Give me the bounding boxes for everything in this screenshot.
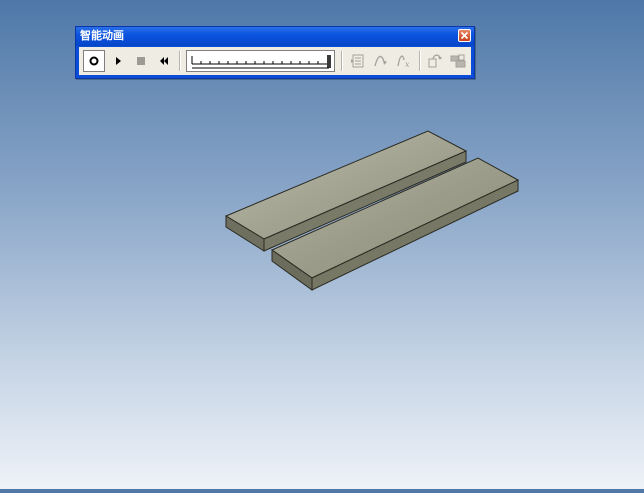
animation-toolbar-window[interactable]: 智能动画 x	[75, 26, 475, 79]
rewind-button[interactable]	[153, 50, 175, 72]
close-button[interactable]	[458, 29, 471, 42]
rewind-icon	[160, 57, 168, 65]
window-titlebar[interactable]: 智能动画	[76, 27, 474, 46]
path-curve-button[interactable]	[370, 50, 392, 72]
path-function-button[interactable]: x	[393, 50, 415, 72]
keyframe-icon	[351, 54, 364, 68]
properties-icon	[450, 54, 466, 68]
animation-settings-button[interactable]	[424, 50, 446, 72]
toolbar-separator	[179, 51, 181, 71]
record-button[interactable]	[83, 50, 105, 72]
timeline-thumb	[327, 55, 331, 68]
record-icon	[89, 56, 99, 66]
play-button[interactable]	[107, 50, 129, 72]
window-title: 智能动画	[80, 29, 124, 42]
stop-button[interactable]	[130, 50, 152, 72]
timeline-slider-track	[191, 55, 331, 69]
keyframe-button[interactable]	[347, 50, 369, 72]
animation-settings-icon	[428, 54, 442, 68]
path-curve-icon	[374, 55, 387, 67]
toolbar-separator	[419, 51, 421, 71]
svg-text:x: x	[405, 60, 410, 69]
path-function-icon: x	[397, 55, 410, 69]
play-icon	[116, 57, 121, 65]
stop-icon	[137, 57, 145, 65]
timeline-slider[interactable]	[186, 50, 335, 72]
properties-button[interactable]	[447, 50, 469, 72]
close-icon	[460, 31, 469, 40]
toolbar-separator	[341, 51, 343, 71]
animation-toolbar: x	[79, 47, 471, 75]
